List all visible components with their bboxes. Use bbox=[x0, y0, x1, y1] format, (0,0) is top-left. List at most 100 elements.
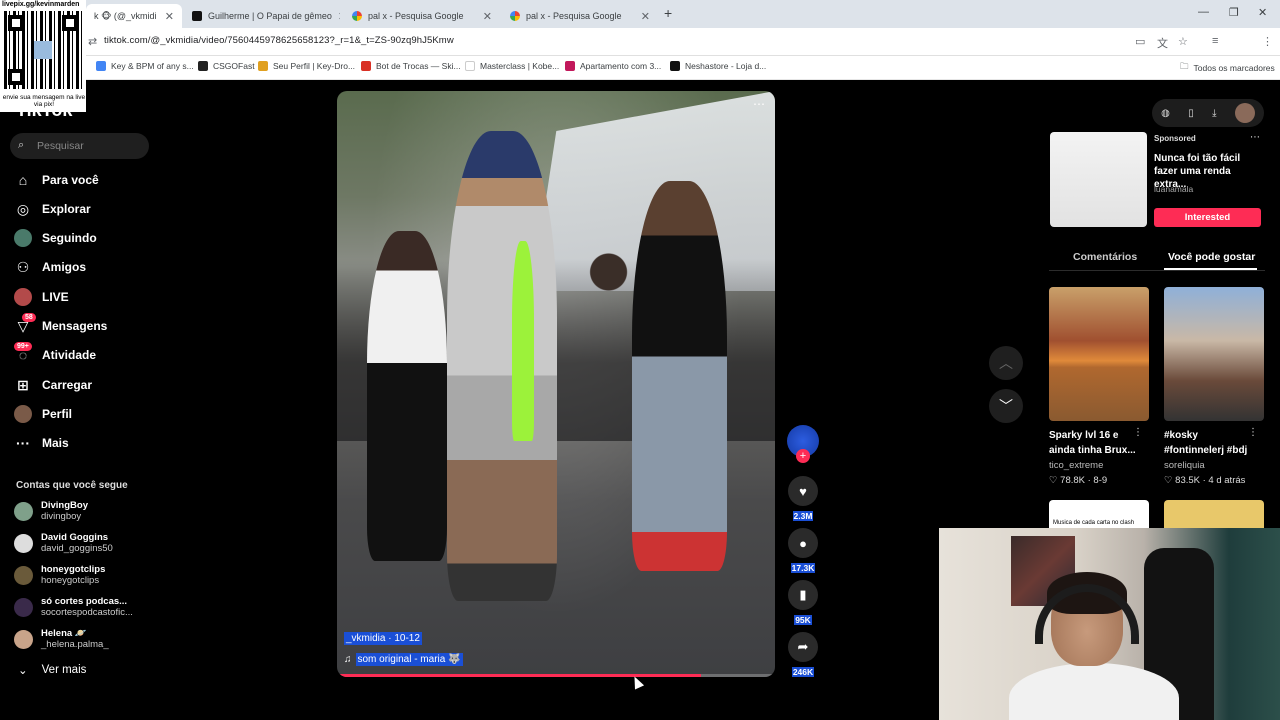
more-options-icon[interactable]: ⋯ bbox=[753, 97, 765, 111]
card-title: #kosky #fontinnelerj #bdj bbox=[1164, 430, 1248, 456]
close-icon[interactable]: ✕ bbox=[165, 10, 174, 23]
user-avatar[interactable] bbox=[1234, 103, 1255, 123]
nav-activity[interactable]: ◌ 99+ Atividade bbox=[14, 342, 96, 364]
tab-title: k 🐵 (@_vkmidi bbox=[94, 10, 157, 21]
ad-more-icon[interactable]: ⋯ bbox=[1250, 132, 1260, 143]
minimize-icon[interactable]: — bbox=[1198, 6, 1209, 18]
like-button[interactable]: ♥ 2.3M bbox=[787, 476, 819, 521]
folder-icon: 🗀 bbox=[1180, 61, 1189, 71]
device-icon[interactable]: ▯ bbox=[1188, 108, 1194, 119]
close-icon[interactable]: ✕ bbox=[641, 10, 650, 23]
tab-you-may-like[interactable]: Você pode gostar bbox=[1168, 251, 1255, 263]
video-player[interactable]: ⋯ _vkmidia · 10-12 ♫ som original - maria… bbox=[337, 91, 775, 677]
bookmark-item[interactable]: Key & BPM of any s... bbox=[96, 61, 194, 71]
tiktok-favicon-icon bbox=[192, 11, 202, 21]
suggested-video-card[interactable]: #kosky #fontinnelerj #bdj soreliquia ♡ 8… bbox=[1164, 287, 1264, 486]
card-more-icon[interactable]: ⋮ bbox=[1248, 427, 1258, 438]
bookmark-item[interactable]: Bot de Trocas — Ski... bbox=[361, 61, 461, 71]
search-input[interactable]: ⌕ Pesquisar bbox=[10, 133, 149, 159]
suggested-video-card[interactable] bbox=[1164, 500, 1264, 530]
card-stats: ♡ 78.8K · 8-9 bbox=[1049, 475, 1108, 486]
video-dancer bbox=[632, 181, 727, 571]
nav-more[interactable]: ··· Mais bbox=[14, 434, 69, 452]
followed-account[interactable]: só cortes podcas... socortespodcastofic..… bbox=[14, 596, 133, 618]
coin-icon[interactable]: ◍ bbox=[1161, 108, 1170, 119]
search-placeholder: Pesquisar bbox=[37, 140, 84, 152]
nav-for-you[interactable]: ⌂ Para você bbox=[14, 171, 99, 189]
google-favicon-icon bbox=[352, 11, 362, 21]
active-tab-indicator bbox=[1164, 268, 1257, 270]
nav-upload[interactable]: ⊞ Carregar bbox=[14, 376, 92, 394]
video-sound[interactable]: ♫ som original - maria 🐺 bbox=[344, 653, 463, 666]
card-title: Sparky lvl 16 e ainda tinha Brux... bbox=[1049, 430, 1136, 456]
followed-account[interactable]: honeygotclips honeygotclips bbox=[14, 564, 105, 586]
following-icon bbox=[14, 229, 32, 247]
qr-title: livepix.gg/kevinmarden bbox=[2, 1, 80, 8]
followed-account[interactable]: DivingBoy divingboy bbox=[14, 500, 88, 522]
suggested-video-card[interactable]: Musica de cada carta no clash bbox=[1049, 500, 1149, 530]
tab-google-2[interactable]: pal x - Pesquisa Google ✕ bbox=[502, 4, 658, 28]
chevron-up-icon: ︿ bbox=[999, 355, 1013, 371]
close-icon[interactable]: ✕ bbox=[483, 10, 492, 23]
live-icon bbox=[14, 288, 32, 306]
video-author-date[interactable]: _vkmidia · 10-12 bbox=[344, 632, 422, 645]
window-close-icon[interactable]: ✕ bbox=[1258, 6, 1267, 19]
url-field[interactable]: tiktok.com/@_vkmidia/video/7560445978625… bbox=[104, 35, 454, 46]
ad-brand[interactable]: luanamala bbox=[1154, 184, 1193, 194]
avatar bbox=[14, 501, 33, 521]
video-progress-bar[interactable] bbox=[337, 674, 775, 677]
bookmark-favicon-icon bbox=[565, 61, 575, 71]
share-button[interactable]: ➦ 246K bbox=[787, 632, 819, 677]
video-dancer bbox=[447, 131, 557, 601]
comment-count: 17.3K bbox=[790, 563, 816, 573]
cast-icon[interactable]: ▭ bbox=[1135, 35, 1145, 48]
follow-plus-icon[interactable]: + bbox=[796, 449, 810, 463]
download-icon[interactable]: ⤓ bbox=[1212, 108, 1216, 119]
nav-following[interactable]: Seguindo bbox=[14, 229, 97, 247]
interested-button[interactable]: Interested bbox=[1154, 208, 1261, 227]
followed-account[interactable]: Helena 🪐 _helena.palma_ bbox=[14, 628, 109, 650]
tab-comments[interactable]: Comentários bbox=[1073, 251, 1137, 263]
webcam-overlay bbox=[939, 528, 1280, 720]
bookmark-item[interactable]: Masterclass | Kobe... bbox=[465, 61, 559, 71]
translate-icon[interactable]: 文 bbox=[1157, 35, 1168, 51]
card-stats: ♡ 83.5K · 4 d atrás bbox=[1164, 475, 1246, 486]
bookmark-star-icon[interactable]: ☆ bbox=[1178, 35, 1188, 48]
nav-messages[interactable]: ▽ 58 Mensagens bbox=[14, 313, 107, 335]
bookmark-item[interactable]: Neshastore - Loja d... bbox=[670, 61, 766, 71]
bookmark-favicon-icon bbox=[465, 61, 475, 71]
bookmark-item[interactable]: Seu Perfil | Key-Dro... bbox=[258, 61, 355, 71]
followed-account[interactable]: David Goggins david_goggins50 bbox=[14, 532, 113, 554]
like-count: 2.3M bbox=[792, 511, 814, 521]
next-video-button[interactable]: ﹀ bbox=[989, 389, 1023, 423]
tab-tiktok[interactable]: k 🐵 (@_vkmidi ✕ bbox=[86, 4, 182, 28]
bookmark-item[interactable]: Apartamento com 3... bbox=[565, 61, 661, 71]
see-more-button[interactable]: ⌄ Ver mais bbox=[18, 663, 86, 677]
browser-menu-icon[interactable]: ⋮ bbox=[1262, 35, 1273, 48]
nav-explore[interactable]: ◎ Explorar bbox=[14, 200, 91, 218]
tab-guilherme[interactable]: Guilherme | O Papai de gêmeo ✕ bbox=[184, 4, 340, 28]
bookmark-item[interactable]: CSGOFast bbox=[198, 61, 255, 71]
close-icon[interactable]: ✕ bbox=[338, 10, 340, 23]
nav-friends[interactable]: ⚇ Amigos bbox=[14, 258, 86, 276]
bookmark-favicon-icon bbox=[96, 61, 106, 71]
ad-thumbnail[interactable] bbox=[1050, 132, 1147, 227]
nav-live[interactable]: LIVE bbox=[14, 288, 69, 306]
suggested-video-card[interactable]: Sparky lvl 16 e ainda tinha Brux... tico… bbox=[1049, 287, 1149, 486]
comment-icon: ● bbox=[788, 528, 818, 558]
comment-button[interactable]: ● 17.3K bbox=[787, 528, 819, 573]
restore-icon[interactable]: ❐ bbox=[1229, 6, 1239, 19]
card-more-icon[interactable]: ⋮ bbox=[1133, 427, 1143, 438]
all-bookmarks[interactable]: 🗀 Todos os marcadores bbox=[1180, 61, 1275, 75]
tab-google-1[interactable]: pal x - Pesquisa Google ✕ bbox=[344, 4, 500, 28]
home-icon: ⌂ bbox=[18, 172, 28, 188]
previous-video-button[interactable]: ︿ bbox=[989, 346, 1023, 380]
browser-tab-strip: k 🐵 (@_vkmidi ✕ Guilherme | O Papai de g… bbox=[0, 0, 1280, 28]
video-dancer bbox=[367, 231, 447, 561]
media-icon[interactable]: ≡ bbox=[1212, 35, 1218, 47]
nav-profile[interactable]: Perfil bbox=[14, 405, 72, 423]
site-info-icon[interactable]: ⇄ bbox=[88, 35, 97, 48]
save-button[interactable]: ▮ 95K bbox=[787, 580, 819, 625]
new-tab-icon[interactable]: + bbox=[664, 5, 672, 21]
address-bar: ⇄ tiktok.com/@_vkmidia/video/75604459786… bbox=[0, 28, 1280, 76]
